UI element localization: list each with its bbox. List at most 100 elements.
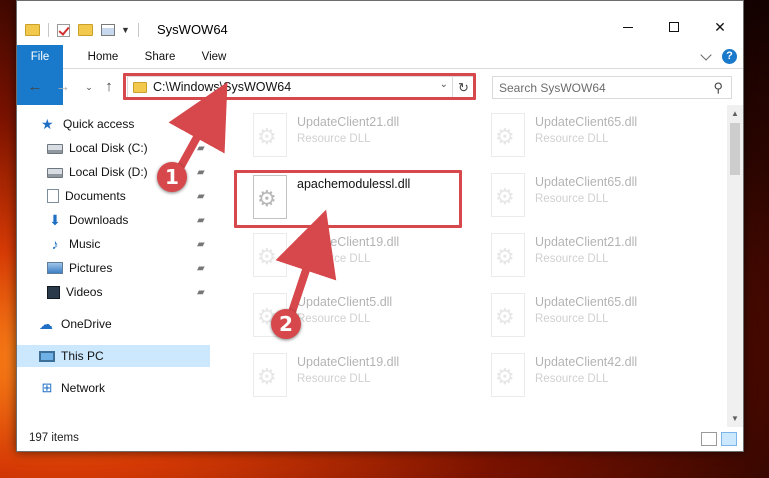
sidebar-item-pictures[interactable]: Pictures: [47, 257, 112, 279]
sidebar-item-label: This PC: [61, 349, 104, 363]
sidebar-item-network[interactable]: ⊞ Network: [39, 377, 105, 399]
dll-file-icon: [253, 233, 287, 277]
file-item[interactable]: UpdateClient42.dll Resource DLL: [483, 345, 713, 405]
tab-home[interactable]: Home: [79, 45, 127, 69]
file-type: Resource DLL: [297, 133, 371, 145]
sidebar-item-onedrive[interactable]: ☁ OneDrive: [39, 313, 112, 335]
window-title: SysWOW64: [157, 22, 228, 37]
tab-share[interactable]: Share: [137, 45, 183, 69]
dll-file-icon: [253, 353, 287, 397]
sidebar-item-downloads[interactable]: ⬇ Downloads: [47, 209, 128, 231]
disk-icon: [47, 168, 63, 178]
folder-icon: [25, 24, 40, 36]
pin-icon[interactable]: ▰: [197, 143, 205, 154]
quick-access-toolbar: ▼: [25, 21, 139, 39]
new-folder-icon[interactable]: [78, 24, 93, 36]
file-name: UpdateClient21.dll: [297, 115, 400, 129]
details-view-icon[interactable]: [701, 432, 717, 446]
qat-dropdown-icon[interactable]: ▼: [121, 25, 130, 35]
search-placeholder: Search SysWOW64: [499, 81, 606, 95]
forward-button[interactable]: →: [53, 77, 73, 97]
dll-file-icon: [491, 293, 525, 337]
pin-icon[interactable]: ▰: [197, 239, 205, 250]
file-item[interactable]: UpdateClient19.dll Resource DLL: [245, 345, 475, 405]
file-type: Resource DLL: [297, 313, 371, 325]
up-button[interactable]: ↑: [99, 77, 119, 97]
sidebar-item-label: Downloads: [69, 213, 129, 227]
ribbon-right-controls: ?: [700, 48, 737, 64]
file-type: Resource DLL: [535, 133, 609, 145]
sidebar-item-label: Pictures: [69, 261, 113, 275]
sidebar-item-this-pc[interactable]: This PC: [17, 345, 210, 367]
pin-icon[interactable]: ▰: [197, 167, 205, 178]
view-switcher: [701, 432, 737, 446]
file-name: UpdateClient5.dll: [297, 295, 393, 309]
file-item[interactable]: UpdateClient65.dll Resource DLL: [483, 285, 713, 345]
recent-locations-button[interactable]: ⌄: [79, 77, 99, 97]
file-item[interactable]: UpdateClient65.dll Resource DLL: [483, 105, 713, 165]
toolbar-divider: [48, 23, 49, 37]
file-name: UpdateClient65.dll: [535, 115, 638, 129]
file-item[interactable]: UpdateClient65.dll Resource DLL: [483, 165, 713, 225]
file-name: UpdateClient65.dll: [535, 175, 638, 189]
large-icons-view-icon[interactable]: [721, 432, 737, 446]
sidebar-item-music[interactable]: ♪ Music: [47, 233, 101, 255]
dll-file-icon: [253, 113, 287, 157]
address-bar-highlight: [123, 73, 476, 100]
cloud-icon: ☁: [39, 316, 53, 332]
search-box[interactable]: Search SysWOW64 ⚲: [492, 76, 732, 99]
sidebar-item-local-disk-c[interactable]: Local Disk (C:): [47, 137, 148, 159]
pictures-icon: [47, 262, 63, 274]
back-button[interactable]: ←: [25, 77, 45, 97]
sidebar-item-quick-access[interactable]: ★ Quick access: [41, 113, 134, 135]
videos-icon: [47, 285, 60, 299]
ribbon-tabs: File Home Share View ?: [17, 45, 743, 105]
pin-icon[interactable]: ▰: [197, 263, 205, 274]
file-item[interactable]: UpdateClient19.dll Resource DLL: [245, 225, 475, 285]
pin-icon[interactable]: ▰: [197, 287, 205, 298]
step-2-badge: 2: [271, 309, 301, 339]
dll-file-icon: [491, 113, 525, 157]
toolbar-divider: [137, 23, 139, 37]
pin-icon[interactable]: ▰: [197, 215, 205, 226]
sidebar-item-label: Music: [69, 237, 101, 251]
file-type: Resource DLL: [535, 253, 609, 265]
file-name: UpdateClient19.dll: [297, 355, 400, 369]
item-count: 197 items: [29, 432, 79, 444]
file-type: Resource DLL: [297, 253, 371, 265]
dll-file-icon: [491, 173, 525, 217]
sidebar-item-videos[interactable]: Videos: [47, 281, 102, 303]
scrollbar-thumb[interactable]: [730, 123, 740, 175]
properties-check-icon[interactable]: [57, 23, 70, 37]
file-item[interactable]: UpdateClient21.dll Resource DLL: [483, 225, 713, 285]
sidebar-item-label: Quick access: [63, 117, 135, 131]
sidebar-item-label: Local Disk (C:): [69, 141, 148, 155]
sidebar-item-documents[interactable]: Documents: [47, 185, 126, 207]
disk-icon: [47, 144, 63, 154]
dll-file-icon: [491, 233, 525, 277]
scroll-up-icon[interactable]: ▲: [727, 109, 743, 118]
dll-file-icon: [491, 353, 525, 397]
expand-ribbon-chevron-icon[interactable]: [700, 48, 712, 61]
vertical-scrollbar[interactable]: ▲ ▼: [727, 105, 743, 427]
music-icon: ♪: [51, 236, 59, 252]
sidebar-item-label: Network: [61, 381, 106, 395]
tab-view[interactable]: View: [193, 45, 235, 69]
sidebar-item-local-disk-d[interactable]: Local Disk (D:): [47, 161, 148, 183]
minimize-button[interactable]: [605, 13, 651, 41]
file-item[interactable]: UpdateClient21.dll Resource DLL: [245, 105, 475, 165]
help-icon[interactable]: ?: [722, 49, 737, 64]
scroll-down-icon[interactable]: ▼: [727, 414, 743, 423]
file-type: Resource DLL: [297, 373, 371, 385]
network-icon: ⊞: [41, 380, 53, 395]
status-bar: 197 items: [17, 427, 743, 451]
close-button[interactable]: ✕: [697, 13, 743, 41]
file-type: Resource DLL: [535, 373, 609, 385]
search-icon[interactable]: ⚲: [713, 80, 723, 96]
pin-icon[interactable]: ▰: [197, 191, 205, 202]
maximize-button[interactable]: [651, 13, 697, 41]
file-highlight: [234, 170, 462, 228]
customize-icon[interactable]: [101, 24, 115, 36]
maximize-icon: [669, 22, 679, 32]
file-type: Resource DLL: [535, 313, 609, 325]
